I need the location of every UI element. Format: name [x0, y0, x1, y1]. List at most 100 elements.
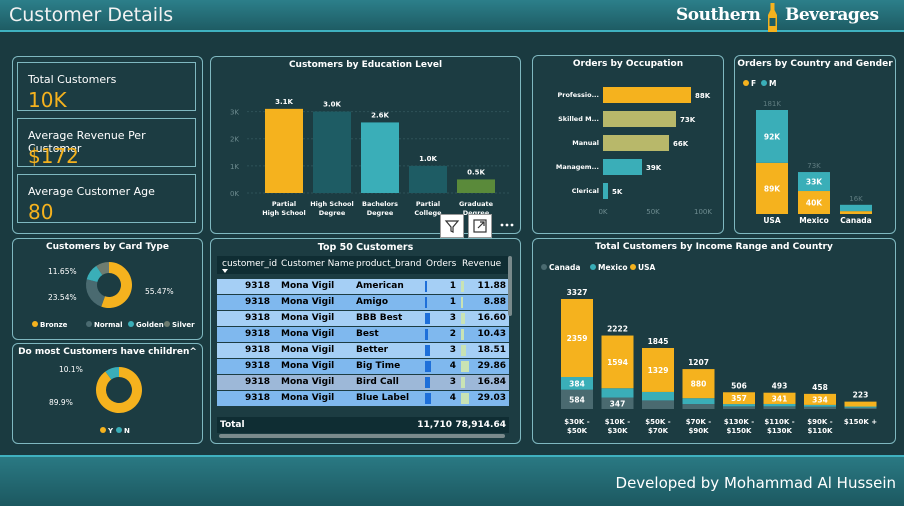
- table-cell: 3: [449, 377, 456, 387]
- table-row[interactable]: 9318 Mona Vigil Bird Call 3 16.84: [217, 375, 509, 390]
- x-tick-label: $150K: [727, 427, 752, 435]
- table-cell: Blue Label: [356, 393, 410, 403]
- total-label: 1845: [648, 337, 669, 346]
- y-tick-label: 3K: [230, 109, 239, 117]
- more-options-button[interactable]: [496, 214, 518, 236]
- data-label: 73K: [680, 116, 696, 124]
- data-label: 880: [691, 380, 707, 389]
- bar: [603, 111, 676, 127]
- table-cell: Amigo: [356, 297, 389, 307]
- bar-segment: [682, 404, 715, 409]
- card-type-chart-panel[interactable]: Customers by Card Type 55.47% 23.54% 11.65…: [12, 238, 203, 340]
- x-tick-label: Partial: [272, 200, 296, 208]
- table-cell: 8.88: [483, 297, 506, 307]
- x-tick-label: Mexico: [799, 216, 829, 225]
- bar-segment: [723, 406, 755, 409]
- x-tick-label: High School: [310, 200, 354, 208]
- x-tick-label: $150K +: [844, 418, 877, 426]
- donut-slice: [85, 279, 105, 307]
- table-row[interactable]: 9318 Mona Vigil Amigo 1 8.88: [217, 295, 509, 310]
- data-label: 384: [569, 379, 585, 388]
- table-cell: Better: [356, 345, 389, 355]
- table-cell: Mona Vigil: [281, 393, 335, 403]
- more-icon: [500, 223, 514, 227]
- x-tick-label: $90K: [688, 427, 709, 435]
- table-cell: Big Time: [356, 361, 401, 371]
- column-header[interactable]: Customer Name: [281, 259, 354, 269]
- table-cell: Mona Vigil: [281, 313, 335, 323]
- x-tick-label: $70K: [648, 427, 669, 435]
- bar-segment: [840, 211, 872, 214]
- table-cell: Mona Vigil: [281, 345, 335, 355]
- occupation-chart-panel[interactable]: Orders by Occupation Professio... 88K Skil…: [532, 55, 724, 234]
- legend-swatch: [86, 321, 92, 327]
- bar: [603, 159, 642, 175]
- table-cell: 16.84: [477, 377, 506, 387]
- y-tick-label: Managem...: [556, 163, 599, 171]
- x-tick-label: Degree: [319, 209, 346, 217]
- x-tick-label: $30K -: [564, 418, 589, 426]
- x-tick-label: $110K -: [764, 418, 794, 426]
- horizontal-scrollbar[interactable]: [219, 434, 505, 438]
- bar: [603, 87, 691, 103]
- bar-segment: [844, 407, 877, 409]
- filter-button[interactable]: [440, 214, 464, 238]
- legend-swatch: [164, 321, 170, 327]
- data-label: 2.6K: [371, 111, 389, 119]
- vertical-scrollbar[interactable]: [508, 256, 512, 316]
- legend-swatch: [128, 321, 134, 327]
- kpi-label: Average Customer Age: [28, 185, 155, 198]
- table-cell: 9318: [244, 393, 270, 403]
- orders-data-bar: [425, 329, 428, 340]
- bar-segment: [804, 406, 836, 409]
- orders-data-bar: [425, 345, 430, 356]
- focus-mode-button[interactable]: [468, 214, 492, 238]
- data-label: 66K: [673, 140, 689, 148]
- table-row[interactable]: 9318 Mona Vigil Blue Label 4 29.03: [217, 391, 509, 406]
- table-row[interactable]: 9318 Mona Vigil Best 2 10.43: [217, 327, 509, 342]
- column-header[interactable]: customer_id: [222, 259, 277, 269]
- total-label: 493: [772, 382, 788, 391]
- orders-data-bar: [425, 377, 430, 388]
- income-chart-panel[interactable]: Total Customers by Income Range and Coun…: [532, 238, 896, 444]
- total-label: 506: [731, 381, 747, 390]
- table-cell: 10.43: [477, 329, 506, 339]
- table-row[interactable]: 9318 Mona Vigil Better 3 18.51: [217, 343, 509, 358]
- table-row[interactable]: 9318 Mona Vigil BBB Best 3 16.60: [217, 311, 509, 326]
- kpi-avg-age: Average Customer Age 80: [17, 174, 196, 224]
- total-label: 223: [853, 391, 869, 400]
- data-label: 89K: [764, 184, 781, 193]
- table-cell: 9318: [244, 377, 270, 387]
- data-label: 347: [610, 399, 626, 408]
- orders-data-bar: [425, 297, 427, 308]
- legend-label: N: [124, 427, 130, 435]
- column-header[interactable]: Revenue: [462, 259, 501, 269]
- column-header[interactable]: Orders: [426, 259, 456, 269]
- x-tick-label: $130K -: [724, 418, 754, 426]
- data-label: 3.1K: [275, 98, 293, 106]
- data-label: 1594: [607, 358, 628, 367]
- table-row[interactable]: 9318 Mona Vigil Big Time 4 29.86: [217, 359, 509, 374]
- data-label: 1329: [648, 366, 669, 375]
- column-header[interactable]: product_brand: [356, 259, 421, 269]
- legend-label: USA: [638, 263, 655, 272]
- table-cell: 9318: [244, 361, 270, 371]
- education-chart-panel[interactable]: Customers by Education Level 0K 1K 2K 3K 3.1…: [210, 56, 521, 234]
- table-title: Top 50 Customers: [317, 242, 414, 253]
- sort-desc-icon[interactable]: [222, 269, 228, 273]
- country-gender-chart-panel[interactable]: Orders by Country and Gender F M 89K 92K 181…: [734, 55, 896, 234]
- bar: [409, 165, 447, 193]
- kpi-total-customers: Total Customers 10K: [17, 62, 196, 112]
- data-label: 357: [731, 394, 747, 403]
- x-tick-label: USA: [763, 216, 780, 225]
- bar: [361, 122, 399, 193]
- data-label: 584: [569, 395, 585, 404]
- legend-label: M: [769, 79, 776, 88]
- data-label: 3.0K: [323, 101, 341, 109]
- x-tick-label: College: [414, 209, 442, 217]
- children-chart-panel[interactable]: Do most Customers have children^ 89.9% 10…: [12, 343, 203, 444]
- total-label: 458: [812, 383, 828, 392]
- table-row[interactable]: 9318 Mona Vigil American 1 11.88: [217, 279, 509, 294]
- bar: [265, 108, 303, 193]
- legend-swatch: [630, 264, 636, 270]
